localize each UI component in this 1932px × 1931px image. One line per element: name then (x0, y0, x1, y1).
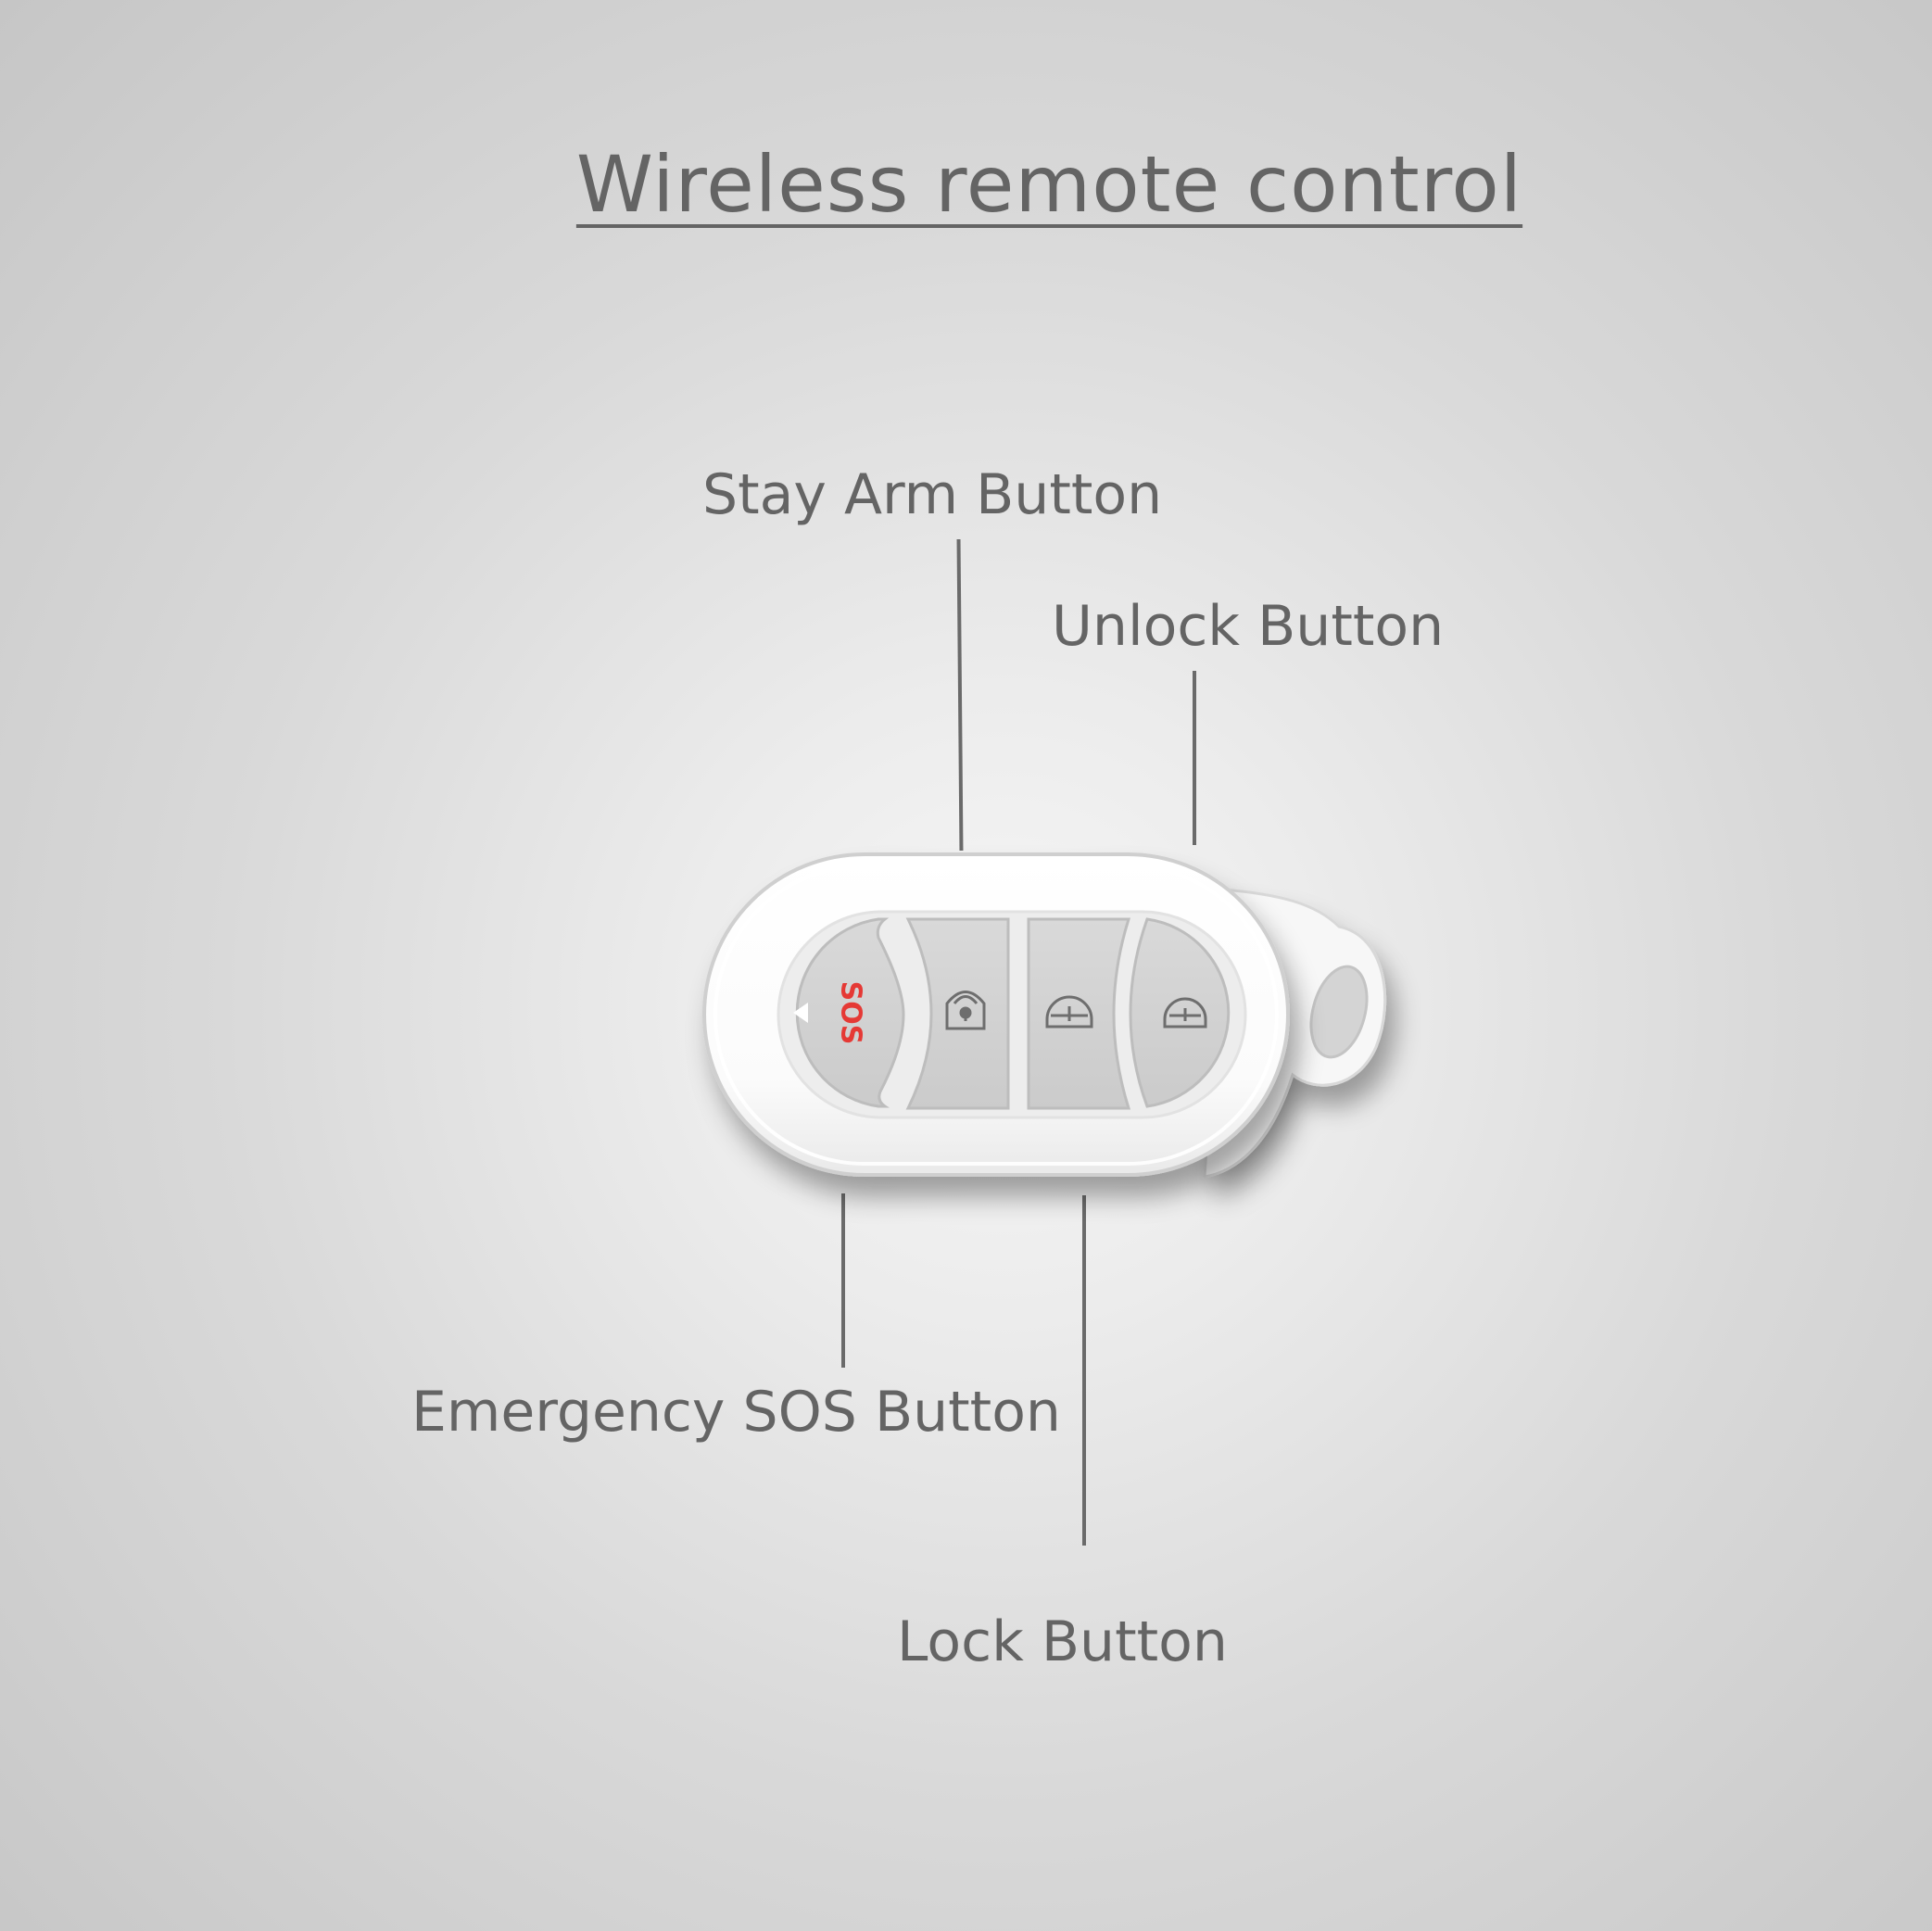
sos-text: SOS (835, 981, 867, 1045)
lock-button (1027, 917, 1131, 1110)
remote-control-device: SOS (702, 852, 1387, 1179)
